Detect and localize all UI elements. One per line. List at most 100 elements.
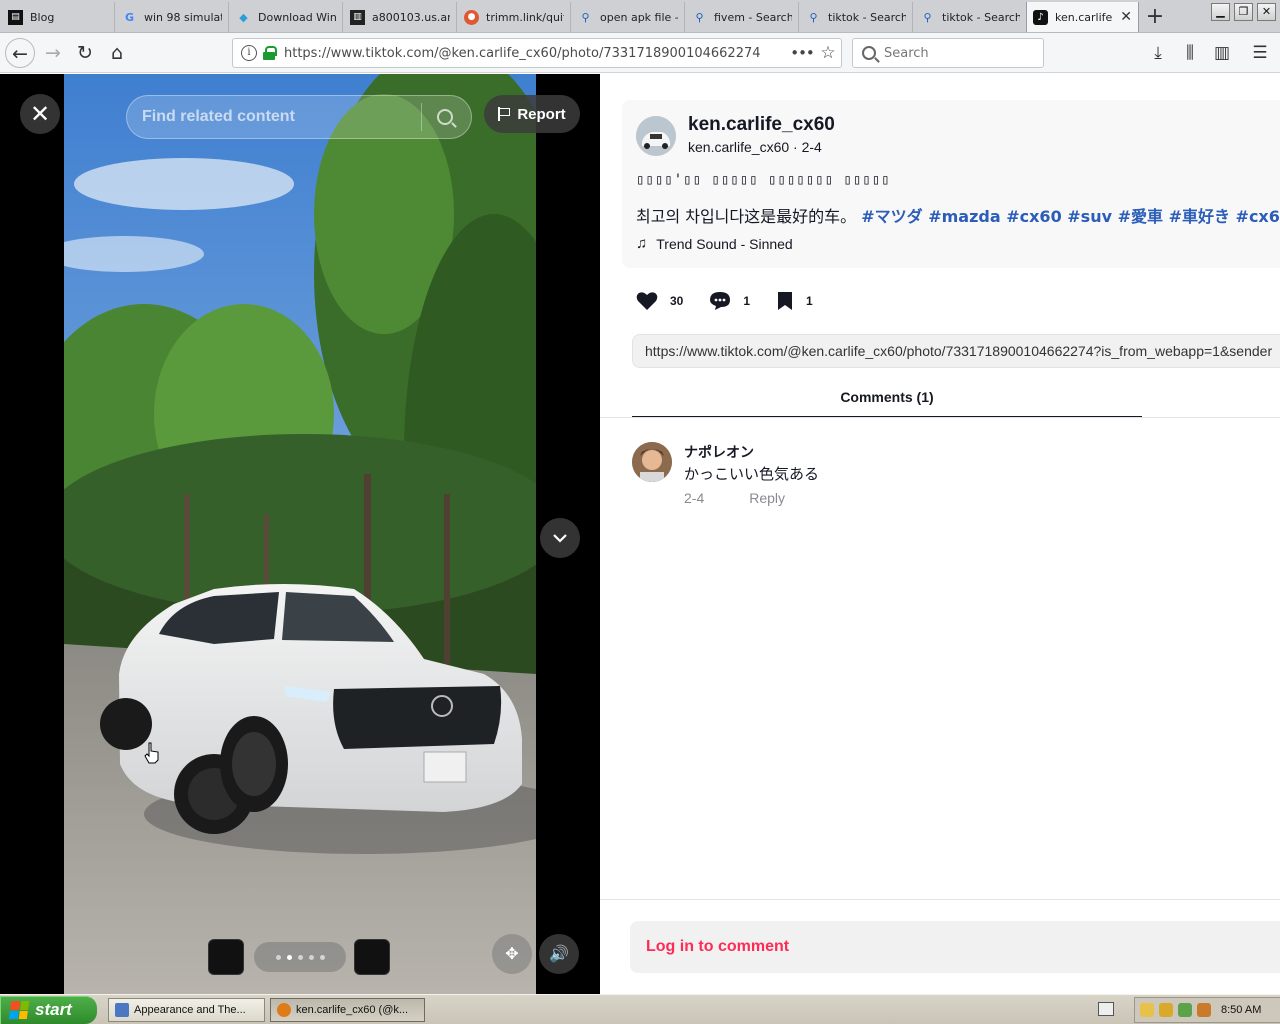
tab-tiktok-search-2[interactable]: ⚲ tiktok - Search (914, 2, 1027, 32)
reply-button[interactable]: Reply (749, 490, 785, 506)
search-icon: ⚲ (923, 10, 932, 24)
duckduckgo-icon: ● (464, 9, 479, 25)
comment-count: 1 (743, 294, 751, 308)
start-label: start (35, 1000, 72, 1019)
tab-blog[interactable]: ▤ Blog (2, 2, 115, 32)
avatar[interactable] (636, 116, 676, 156)
next-photo-thumb[interactable] (354, 939, 390, 975)
reload-button[interactable]: ↻ (70, 38, 100, 68)
report-button[interactable]: Report (484, 95, 580, 133)
forward-button[interactable]: → (38, 38, 68, 68)
tab-a800103[interactable]: ▥ a800103.us.ar (344, 2, 457, 32)
tab-download[interactable]: ◆ Download Win (230, 2, 343, 32)
browser-nav-bar: ← → ↻ ⌂ i https://www.tiktok.com/@ken.ca… (0, 33, 1280, 73)
tab-win98[interactable]: G win 98 simulato (116, 2, 229, 32)
page-dot[interactable] (308, 954, 314, 960)
author-subline: ken.carlife_cx60 · 2-4 (688, 139, 822, 155)
volume-icon[interactable]: 🔊 (539, 934, 579, 974)
shield-icon[interactable] (1140, 1003, 1154, 1017)
post-photo (64, 74, 536, 994)
bottom-divider (600, 899, 1280, 900)
save-button[interactable]: 1 (776, 291, 813, 311)
firefox-icon (277, 1003, 291, 1017)
close-tab-icon[interactable]: ✕ (1120, 9, 1132, 25)
music-link[interactable]: ♫ Trend Sound - Sinned (636, 235, 793, 252)
flag-icon (498, 107, 511, 121)
task-appearance[interactable]: Appearance and The... (108, 998, 265, 1022)
post-info-card: ken.carlife_cx60 ken.carlife_cx60 · 2-4 … (622, 100, 1280, 268)
url-bar[interactable]: i https://www.tiktok.com/@ken.carlife_cx… (232, 38, 842, 68)
new-tab-button[interactable]: + (1142, 4, 1168, 30)
home-button[interactable]: ⌂ (102, 38, 132, 68)
find-related-search[interactable] (126, 95, 472, 139)
tab-comments[interactable]: Comments (1) (632, 380, 1142, 418)
previous-photo-thumb[interactable] (208, 939, 244, 975)
lock-icon (263, 46, 277, 60)
photo-pagination (254, 942, 346, 972)
restore-button[interactable]: ❐ (1234, 3, 1253, 21)
tab-trimm[interactable]: ● trimm.link/quite (458, 2, 571, 32)
network-icon[interactable] (1178, 1003, 1192, 1017)
system-tray: 8:50 AM (1134, 997, 1280, 1023)
task-firefox[interactable]: ken.carlife_cx60 (@k... (270, 998, 425, 1022)
post-details-panel: ken.carlife_cx60 ken.carlife_cx60 · 2-4 … (600, 74, 1280, 994)
back-button[interactable]: ← (5, 38, 35, 68)
page-dot[interactable] (319, 954, 325, 960)
keyboard-icon[interactable] (1098, 1002, 1114, 1016)
download-icon: ◆ (239, 10, 248, 24)
tab-open-apk[interactable]: ⚲ open apk file - (572, 2, 685, 32)
hashtags[interactable]: #マツダ #mazda #cx60 #suv #愛車 #車好き #cx60プレミ (861, 207, 1280, 226)
hand-cursor-icon (144, 742, 159, 764)
comment-date: 2-4 (684, 490, 705, 506)
tab-ken-carlife[interactable]: ♪ ken.carlife ✕ (1026, 2, 1139, 32)
post-description: 최고의 차입니다这是最好的车。 #マツダ #mazda #cx60 #suv #… (636, 203, 1280, 227)
downloads-icon[interactable]: ⤓ (1143, 38, 1173, 68)
tab-tiktok-search-1[interactable]: ⚲ tiktok - Search (800, 2, 913, 32)
page-dot-active[interactable] (286, 954, 292, 960)
browser-search-bar[interactable]: Search (852, 38, 1044, 68)
comment-author[interactable]: ナポレオン (684, 442, 754, 462)
bookmark-star-icon[interactable]: ☆ (815, 43, 841, 63)
search-tray-icon[interactable] (1197, 1003, 1211, 1017)
page-actions-icon[interactable]: ••• (789, 44, 815, 62)
page-dot[interactable] (275, 954, 281, 960)
page-dot[interactable] (297, 954, 303, 960)
pin-icon[interactable]: ✥ (492, 934, 532, 974)
close-window-button[interactable]: ✕ (1257, 3, 1276, 21)
music-title: Trend Sound - Sinned (656, 235, 793, 252)
next-post-button[interactable] (540, 518, 580, 558)
login-to-comment-button[interactable]: Log in to comment (630, 921, 1280, 973)
clock[interactable]: 8:50 AM (1221, 1004, 1261, 1016)
comment-bubble-icon (710, 292, 731, 310)
like-count: 30 (670, 294, 684, 308)
start-button[interactable]: start (0, 996, 97, 1024)
control-panel-icon (115, 1003, 129, 1017)
library-icon[interactable]: ⫼ (1175, 38, 1205, 68)
photo-viewer: ✕ Report ✥ 🔊 (0, 74, 600, 994)
info-icon[interactable]: i (241, 45, 257, 61)
author-username[interactable]: ken.carlife_cx60 (688, 114, 835, 136)
security-icon[interactable] (1159, 1003, 1173, 1017)
comment-button[interactable]: 1 (709, 291, 750, 311)
search-icon[interactable] (437, 109, 453, 125)
car-photo-illustration (64, 74, 536, 994)
comment-meta: 2-4 Reply (684, 490, 785, 506)
sidebar-icon[interactable]: ▥ (1207, 38, 1237, 68)
tab-fivem[interactable]: ⚲ fivem - Search (686, 2, 799, 32)
minimize-button[interactable]: ▁ (1211, 3, 1230, 21)
google-icon: G (124, 10, 135, 24)
find-related-input[interactable] (127, 108, 407, 126)
like-button[interactable]: 30 (636, 291, 683, 311)
heart-icon (636, 292, 658, 310)
menu-icon[interactable]: ☰ (1245, 38, 1275, 68)
description-text: 최고의 차입니다这是最好的车。 (636, 207, 857, 226)
browser-tab-strip: ▤ Blog G win 98 simulato ◆ Download Win … (0, 0, 1280, 33)
post-actions: 30 1 1 (636, 290, 839, 312)
search-icon (862, 46, 876, 60)
search-icon: ⚲ (695, 10, 704, 24)
commenter-avatar[interactable] (632, 442, 672, 482)
blog-icon: ▤ (8, 9, 23, 25)
close-viewer-button[interactable]: ✕ (20, 94, 60, 134)
share-link-field[interactable]: https://www.tiktok.com/@ken.carlife_cx60… (632, 334, 1280, 368)
url-text[interactable]: https://www.tiktok.com/@ken.carlife_cx60… (284, 46, 789, 61)
